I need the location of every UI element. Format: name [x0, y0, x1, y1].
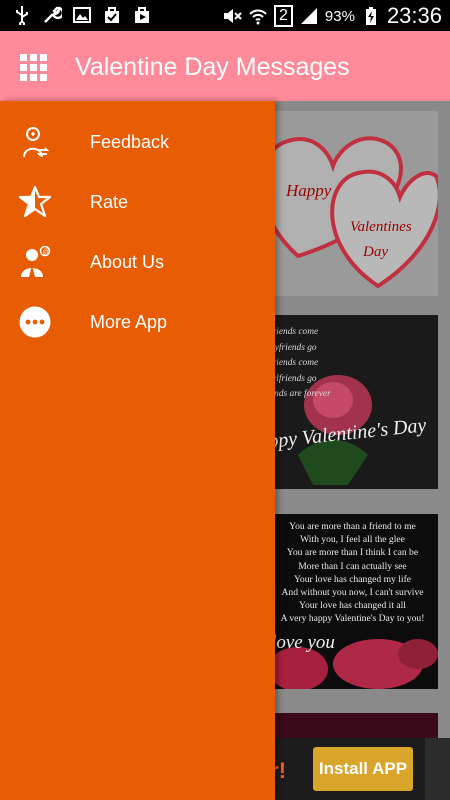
drawer-item-rate[interactable]: Rate: [0, 172, 275, 232]
wrench-icon: [44, 6, 62, 23]
star-icon: [18, 185, 52, 218]
feedback-icon: [23, 127, 50, 158]
install-app-button[interactable]: Install APP: [313, 747, 413, 791]
hearts-image: Happy Valentines Day: [259, 136, 442, 289]
more-dots-icon: [19, 306, 51, 338]
about-us-icon: @: [21, 245, 51, 277]
play-bag-icon: [135, 7, 149, 23]
sim-slot-badge: 2: [274, 5, 293, 27]
card1-day: Day: [362, 244, 388, 260]
drawer-item-more-app[interactable]: More App: [0, 292, 275, 352]
drawer-label-about-us: About Us: [90, 252, 165, 272]
status-bar: 2 93% 23:36: [0, 0, 450, 31]
drawer-label-more-app: More App: [90, 312, 168, 332]
grid-menu-icon[interactable]: [20, 54, 48, 82]
message-card[interactable]: friends come oyfriends go friends come i…: [257, 315, 438, 489]
app-bar: Valentine Day Messages: [0, 31, 450, 101]
page-title: Valentine Day Messages: [75, 53, 350, 81]
clock: 23:36: [386, 3, 442, 28]
shopping-bag-check-icon: [105, 7, 119, 23]
message-card[interactable]: You are more than a friend to me With yo…: [258, 514, 438, 689]
mute-icon: [224, 9, 242, 23]
battery-charging-icon: [365, 7, 376, 25]
wifi-icon: [249, 9, 267, 25]
notification-icons: [12, 5, 152, 25]
message-card[interactable]: Happy Valentines Day: [258, 111, 442, 296]
navigation-drawer: Feedback Rate @ About Us More App: [0, 101, 275, 800]
card3-poem: You are more than a friend to me With yo…: [280, 521, 425, 625]
image-icon: [73, 7, 91, 23]
card1-valentines: Valentines: [350, 219, 412, 235]
battery-percent: 93%: [324, 7, 355, 25]
card2-poem: friends come oyfriends go friends come i…: [270, 327, 331, 399]
signal-icon: [300, 8, 317, 24]
svg-text:@: @: [43, 249, 50, 256]
drawer-item-about-us[interactable]: @ About Us: [0, 232, 275, 292]
ad-side-panel: [425, 738, 450, 800]
card1-happy: Happy: [285, 181, 332, 200]
drawer-label-rate: Rate: [90, 192, 129, 212]
system-status: 2 93% 23:36: [222, 3, 442, 29]
drawer-label-feedback: Feedback: [90, 132, 170, 152]
drawer-item-feedback[interactable]: Feedback: [0, 112, 275, 172]
usb-icon: [16, 6, 28, 25]
